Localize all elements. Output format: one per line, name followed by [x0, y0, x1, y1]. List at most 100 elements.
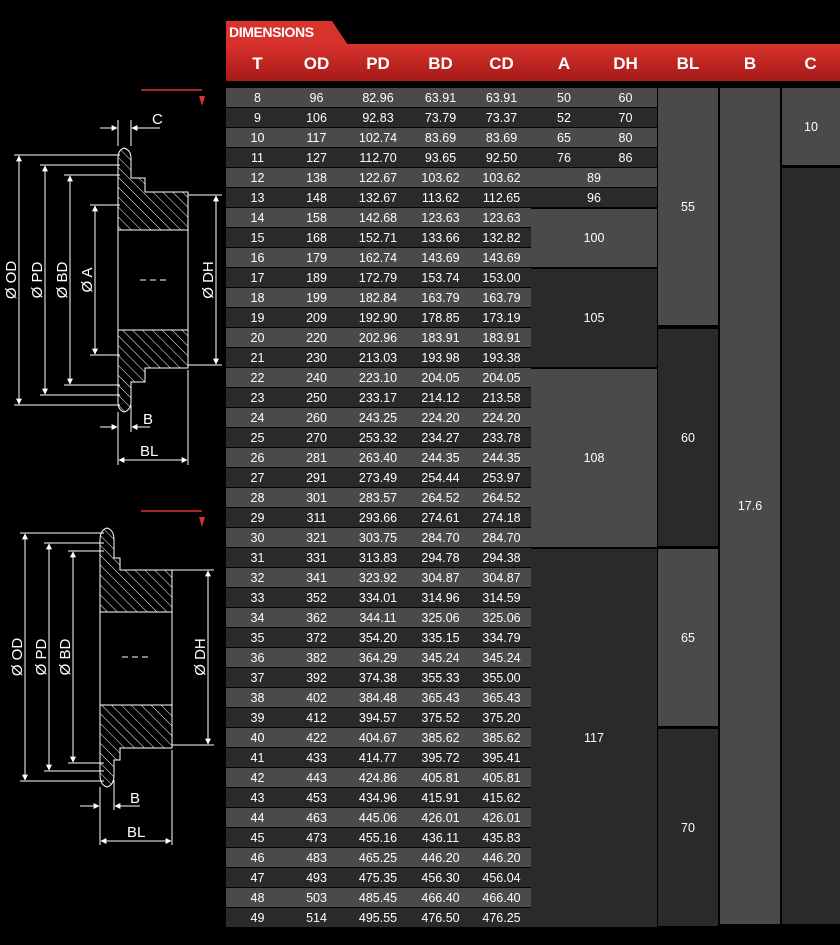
cell-pd: 323.92 [358, 571, 398, 585]
cell-cd: 385.62 [482, 731, 521, 745]
cell-pd: 82.96 [362, 91, 394, 105]
cell-t: 19 [250, 311, 265, 325]
cell-bd: 456.30 [421, 871, 460, 885]
cell-cd: 345.24 [482, 651, 521, 665]
cell-pd: 455.16 [358, 831, 398, 845]
diagram-b-dh-label: Ø DH [192, 638, 209, 676]
cell-t: 37 [250, 671, 265, 685]
cell-cd: 92.50 [485, 151, 518, 165]
cell-t: 43 [250, 791, 265, 805]
cell-bd: 284.70 [421, 531, 460, 545]
cell-cd: 365.43 [482, 691, 521, 705]
cell-bl: 60 [658, 329, 718, 546]
cell-pd: 394.57 [358, 711, 398, 725]
cell-cd: 83.69 [485, 131, 518, 145]
cell-cd: 426.01 [482, 811, 521, 825]
cell-pd: 293.66 [358, 511, 398, 525]
cell-pd: 414.77 [358, 751, 398, 765]
cell-cd: 173.19 [482, 311, 521, 325]
cell-t: 9 [254, 111, 261, 125]
cell-bd: 264.52 [421, 491, 460, 505]
cell-c-empty [782, 168, 840, 924]
cell-od: 260 [306, 411, 327, 425]
cell-bd: 365.43 [421, 691, 460, 705]
cell-bd: 294.78 [421, 551, 460, 565]
cell-bd: 224.20 [421, 411, 460, 425]
cell-t: 12 [250, 171, 265, 185]
cell-cd: 253.97 [482, 471, 521, 485]
cell-od: 402 [306, 691, 327, 705]
cell-a: 65 [557, 131, 571, 145]
cell-od: 168 [306, 231, 327, 245]
header-a: A [557, 54, 571, 73]
cell-cd: 213.58 [482, 391, 521, 405]
cell-t: 42 [250, 771, 265, 785]
cell-od: 148 [306, 191, 327, 205]
cell-cd: 395.41 [482, 751, 521, 765]
cell-dh-merged: 105 [531, 268, 657, 367]
cell-pd: 475.35 [358, 871, 398, 885]
cell-bd: 63.91 [424, 91, 457, 105]
header-bd: BD [428, 54, 453, 73]
diagram-a-od-label: Ø OD [3, 261, 20, 300]
cell-t: 13 [250, 191, 265, 205]
cell-pd: 233.17 [358, 391, 398, 405]
cell-t: 35 [250, 631, 265, 645]
cell-od: 352 [306, 591, 327, 605]
cell-t: 31 [250, 551, 265, 565]
cell-od: 220 [306, 331, 327, 345]
cell-pd: 303.75 [358, 531, 398, 545]
cell-bd: 436.11 [421, 831, 460, 845]
cell-pd: 424.86 [358, 771, 398, 785]
cell-t: 20 [250, 331, 265, 345]
cell-bd: 395.72 [421, 751, 460, 765]
cell-dh-merged: 100 [531, 208, 657, 267]
cell-cd: 204.05 [482, 371, 521, 385]
cell-cd: 304.87 [482, 571, 521, 585]
cell-od: 311 [306, 511, 327, 525]
cell-od: 493 [306, 871, 327, 885]
cell-t: 38 [250, 691, 265, 705]
cell-pd: 223.10 [358, 371, 398, 385]
cell-cd: 355.00 [482, 671, 521, 685]
header-b: B [743, 54, 757, 73]
header-pd: PD [366, 54, 390, 73]
cell-bd: 345.24 [421, 651, 460, 665]
cell-cd: 284.70 [482, 531, 521, 545]
cell-pd: 404.67 [358, 731, 398, 745]
cell-pd: 364.29 [358, 651, 398, 665]
cell-cd: 456.04 [482, 871, 521, 885]
cell-bl: 55 [658, 88, 718, 325]
cell-cd: 334.79 [482, 631, 521, 645]
cell-dh-merged: 108 [531, 368, 657, 547]
cell-t: 26 [250, 451, 265, 465]
cell-pd: 213.03 [358, 351, 398, 365]
header-t: T [252, 54, 263, 73]
cell-pd: 445.06 [358, 811, 398, 825]
cell-pd: 273.49 [358, 471, 398, 485]
cell-bd: 93.65 [424, 151, 457, 165]
cell-pd: 202.96 [358, 331, 398, 345]
diagram-b-pd-label: Ø PD [33, 639, 50, 676]
cell-t: 40 [250, 731, 265, 745]
cell-pd: 334.01 [358, 591, 398, 605]
cell-od: 179 [306, 251, 327, 265]
cell-cd: 264.52 [482, 491, 521, 505]
cell-t: 14 [250, 211, 265, 225]
cell-t: 32 [250, 571, 265, 585]
cell-t: 21 [250, 351, 265, 365]
cell-bl: 65 [658, 549, 718, 726]
cell-od: 443 [306, 771, 327, 785]
cell-t: 41 [250, 751, 265, 765]
cell-cd: 405.81 [482, 771, 521, 785]
cell-bd: 304.87 [421, 571, 460, 585]
cell-cd: 466.40 [482, 891, 521, 905]
cell-od: 209 [306, 311, 327, 325]
cell-pd: 243.25 [358, 411, 398, 425]
cell-bd: 415.91 [421, 791, 460, 805]
cell-od: 412 [306, 711, 327, 725]
diagram-a-dh-label: Ø DH [200, 261, 217, 299]
cell-cd: 274.18 [482, 511, 521, 525]
cell-cd: 73.37 [485, 111, 518, 125]
cell-od: 270 [306, 431, 327, 445]
